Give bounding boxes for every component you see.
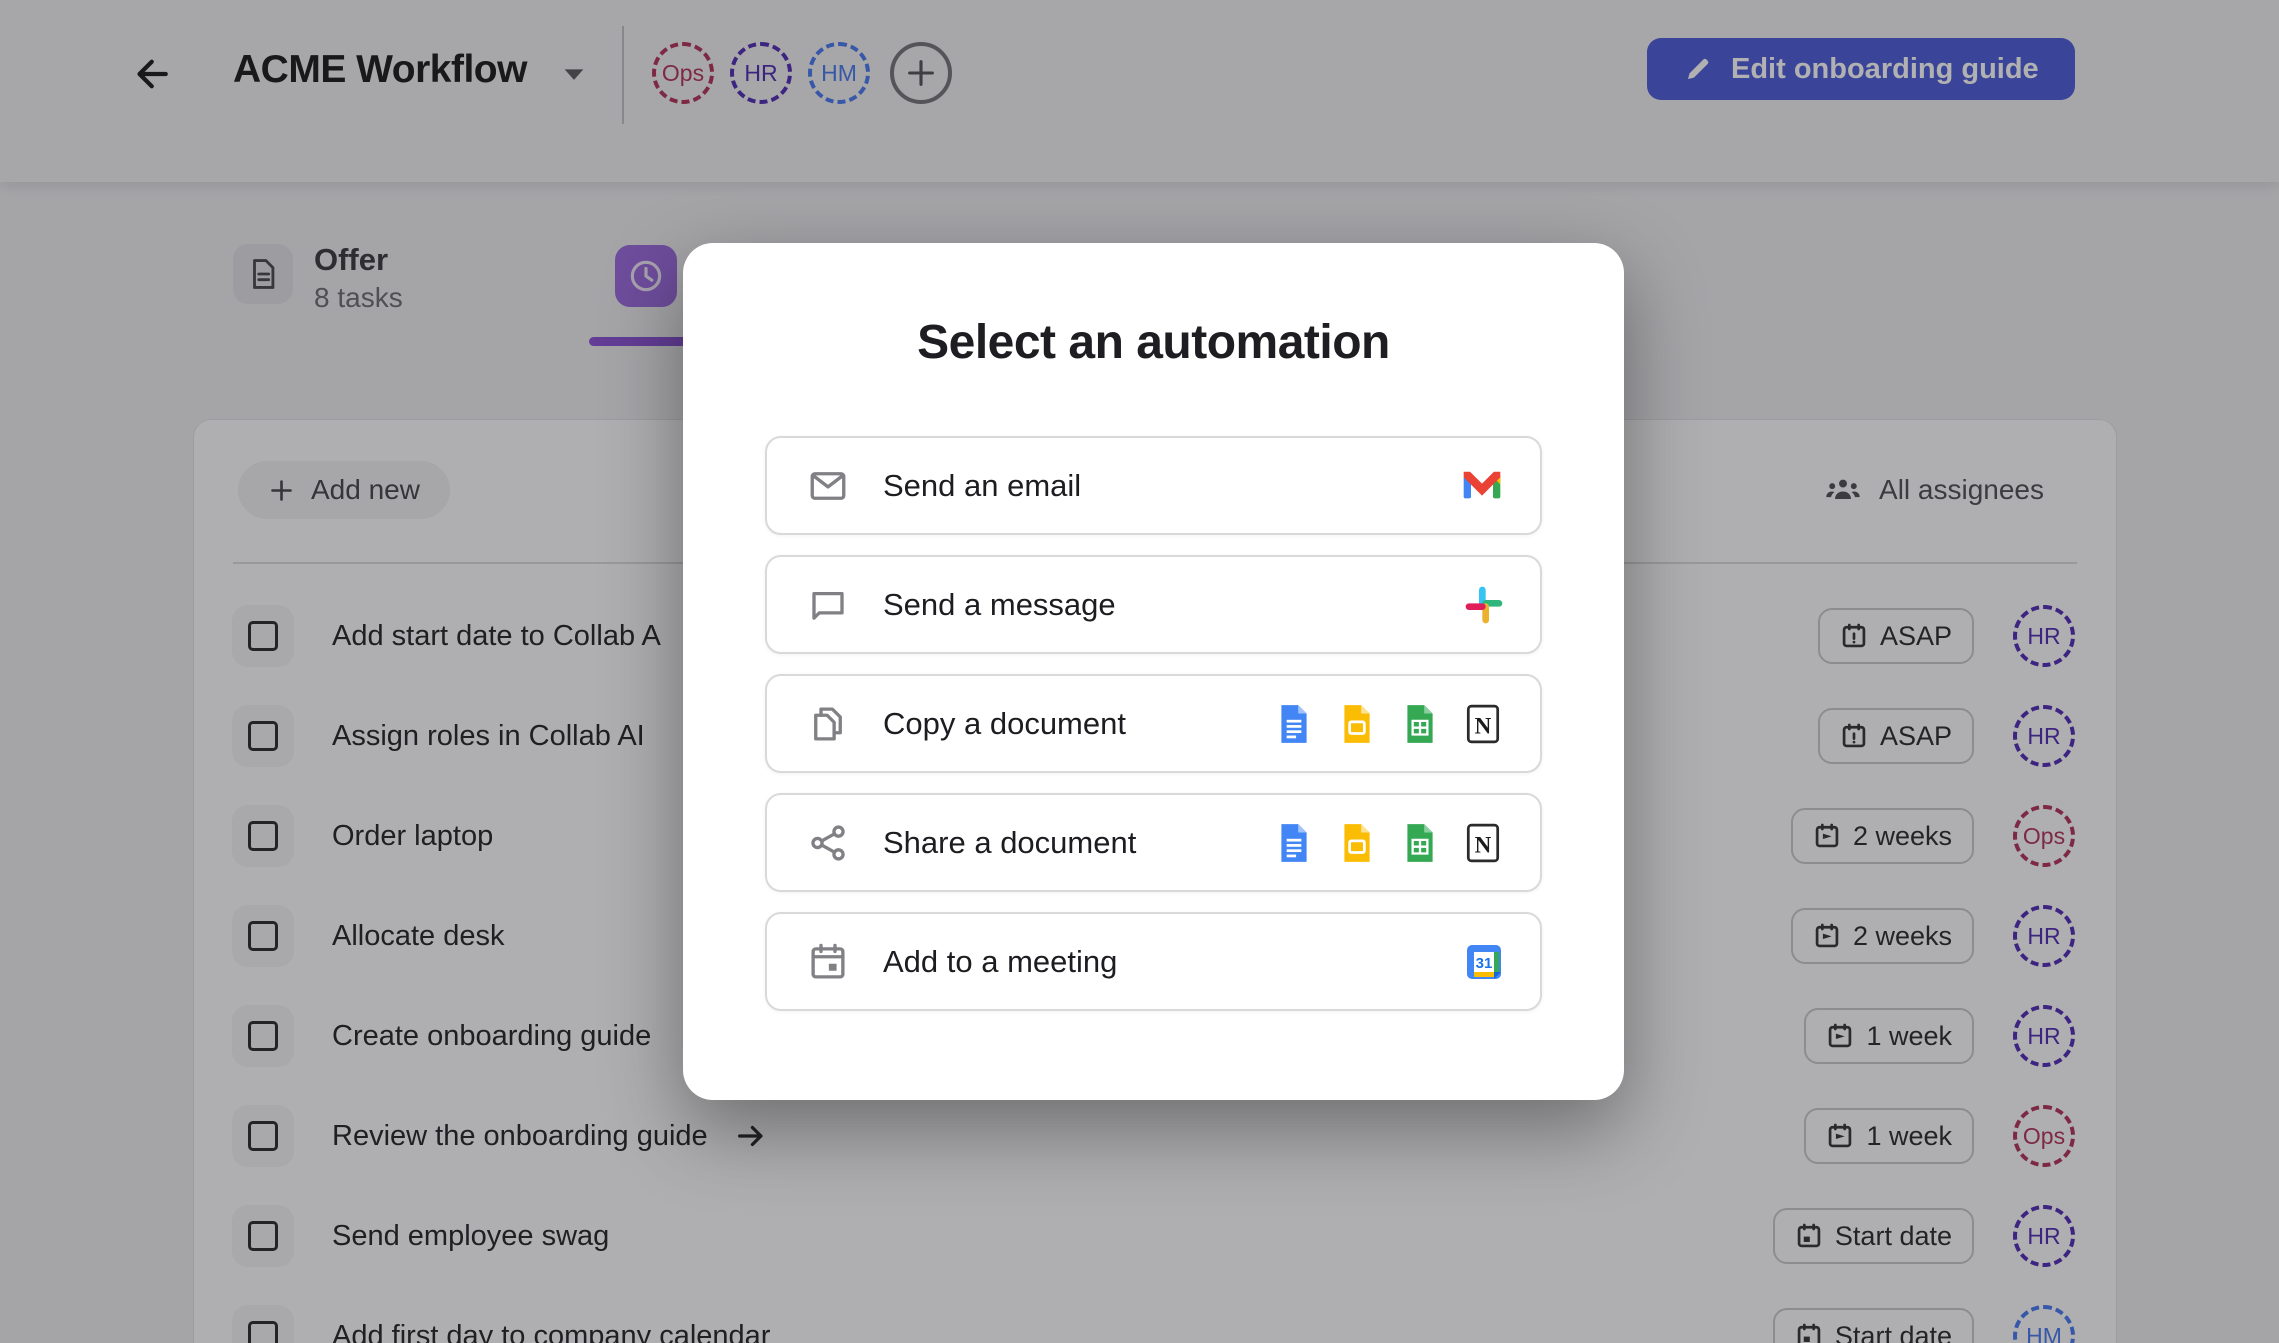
google-slides-icon [1336,822,1378,864]
chat-bubble-icon [807,584,849,626]
gmail-icon [1460,469,1504,502]
svg-text:31: 31 [1476,955,1493,972]
notion-icon: N [1462,822,1504,864]
automation-label: Share a document [883,825,1136,861]
modal-title: Select an automation [683,315,1624,370]
google-slides-icon [1336,703,1378,745]
automation-list: Send an email Send a message [765,436,1542,1011]
automation-share-document[interactable]: Share a document N [765,793,1542,892]
notion-icon: N [1462,703,1504,745]
automation-copy-document[interactable]: Copy a document N [765,674,1542,773]
share-icon [807,822,849,864]
google-sheets-icon [1399,703,1441,745]
automation-label: Send an email [883,468,1081,504]
automation-label: Send a message [883,587,1116,623]
google-calendar-icon: 31 [1464,942,1504,982]
google-sheets-icon [1399,822,1441,864]
automation-add-to-meeting[interactable]: Add to a meeting 31 [765,912,1542,1011]
automation-label: Copy a document [883,706,1126,742]
automation-send-message[interactable]: Send a message [765,555,1542,654]
copy-icon [807,703,849,745]
slack-icon [1464,585,1504,625]
automation-label: Add to a meeting [883,944,1117,980]
envelope-icon [807,465,849,507]
automation-send-email[interactable]: Send an email [765,436,1542,535]
svg-text:N: N [1475,831,1492,857]
google-docs-icon [1273,703,1315,745]
automation-modal: Select an automation Send an email Send … [683,243,1624,1100]
svg-text:N: N [1475,712,1492,738]
google-docs-icon [1273,822,1315,864]
calendar-icon [807,941,849,983]
